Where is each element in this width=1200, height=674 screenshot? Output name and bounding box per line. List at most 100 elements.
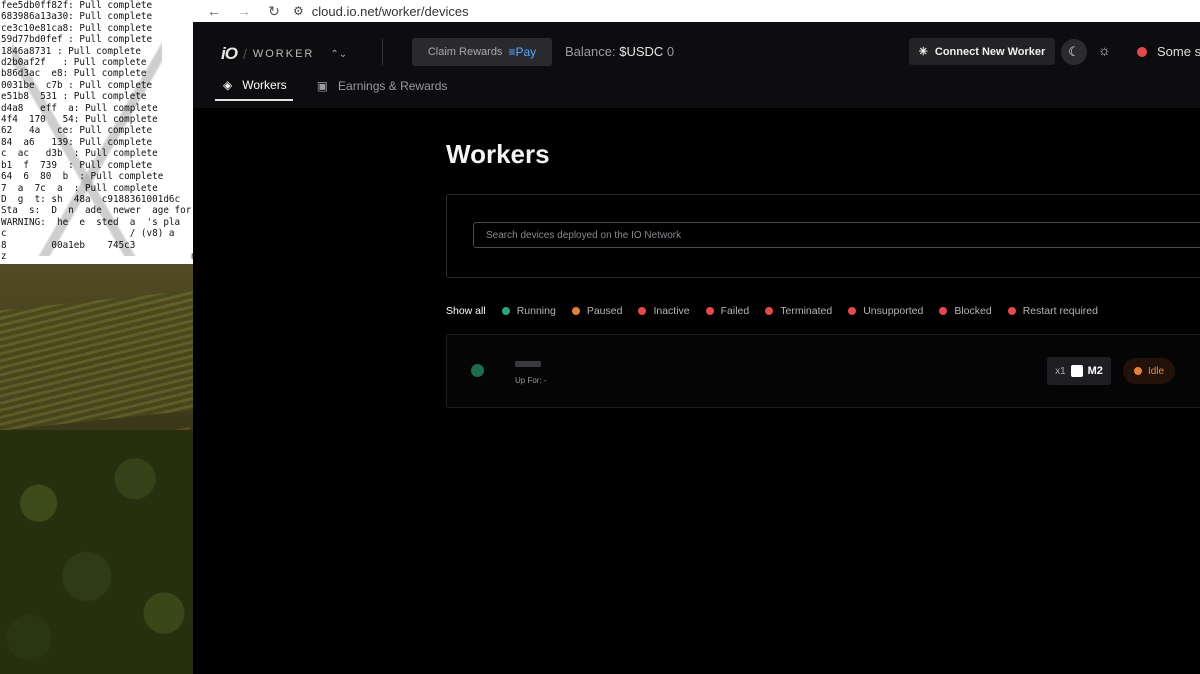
sun-icon[interactable]: ☼ <box>1098 42 1111 58</box>
filter-blocked[interactable]: Blocked <box>939 305 992 317</box>
device-name-redacted <box>515 361 541 367</box>
filter-label: Terminated <box>780 305 833 317</box>
terminal-line: 8 00a1eb 745c3 <box>1 239 136 251</box>
status-dot-icon <box>638 307 647 315</box>
tab-workers[interactable]: ◈ Workers <box>215 78 293 101</box>
filter-inactive[interactable]: Inactive <box>638 305 690 317</box>
claim-rewards-button[interactable]: Claim Rewards ≡Pay <box>412 38 552 66</box>
status-dot-icon <box>848 307 857 315</box>
terminal-line: 1846a8731 : Pull complete <box>1 45 141 57</box>
terminal-line: 683986a13a30: Pull complete <box>1 11 153 23</box>
filter-terminated[interactable]: Terminated <box>765 305 832 317</box>
brand-switcher[interactable]: iO / WORKER ⌃⌄ <box>221 44 347 64</box>
app-header: iO / WORKER ⌃⌄ Claim Rewards ≡Pay Balanc… <box>193 22 1200 109</box>
status-dot <box>1133 367 1142 375</box>
wallet-icon: ▣ <box>316 79 329 93</box>
device-row[interactable]: Up For: - x1 M2 Idle <box>446 334 1200 408</box>
main-content: Workers Show all Running Paused Inactive Fai… <box>193 108 1200 674</box>
terminal-line: 62 4a ce: Pull complete <box>1 125 153 137</box>
hardware-badge: x1 M2 <box>1047 357 1111 385</box>
pay-logo-icon: ≡Pay <box>508 45 537 59</box>
terminal-window[interactable]: fee5db0ff82f: Pull complete 683986a13a30:… <box>0 0 193 264</box>
filter-label: Restart required <box>1022 305 1098 317</box>
search-input[interactable] <box>473 222 1200 248</box>
tab-label: Earnings & Rewards <box>338 79 448 93</box>
device-status-indicator <box>471 364 484 377</box>
device-uptime: Up For: - <box>515 376 547 385</box>
back-icon[interactable]: ← <box>205 3 223 19</box>
terminal-line: WARNING: he e sted a 's pla <box>1 216 181 228</box>
alert-icon <box>1137 47 1147 57</box>
terminal-line: z min <box>1 250 193 262</box>
filter-label: Running <box>516 305 556 317</box>
filter-failed[interactable]: Failed <box>705 305 750 317</box>
balance-display: Balance: $USDC 0 <box>565 44 674 59</box>
filter-label: Failed <box>720 305 750 317</box>
balance-label: Balance: <box>565 44 616 59</box>
filter-label: Unsupported <box>863 305 924 317</box>
terminal-line: 64 6 80 b : Pull complete <box>1 171 164 183</box>
status-dot-icon <box>501 307 510 315</box>
terminal-line: e51b8 531 : Pull complete <box>1 91 147 103</box>
terminal-line: Sta s: D n ade newer age for <box>1 205 192 217</box>
header-divider <box>382 39 383 65</box>
hardware-count: x1 <box>1055 365 1066 377</box>
terminal-line: d2b0af2f : Pull complete <box>1 57 147 69</box>
balance-value: 0 <box>666 44 675 59</box>
wallpaper-forest <box>0 430 193 674</box>
brand-separator: / <box>242 46 247 62</box>
terminal-line: b86d3ac e8: Pull complete <box>1 68 147 80</box>
search-panel <box>446 194 1200 278</box>
filter-label: Blocked <box>954 305 992 317</box>
terminal-line: 7 a 7c a : Pull complete <box>1 182 158 194</box>
filter-label: Show all <box>446 305 486 317</box>
nav-tabs: ◈ Workers ▣ Earnings & Rewards <box>215 78 469 101</box>
balance-currency: $USDC <box>619 44 664 59</box>
terminal-line: 4f4 170 54: Pull complete <box>1 114 158 126</box>
reload-icon[interactable]: ↻ <box>265 3 283 20</box>
status-filters: Show all Running Paused Inactive Failed Termi… <box>446 305 1114 317</box>
address-bar[interactable]: cloud.io.net/worker/devices <box>312 4 469 19</box>
terminal-line: c / (v8) a <box>1 228 175 240</box>
terminal-line: 59d77bd0fef : Pull complete <box>1 34 153 46</box>
filter-running[interactable]: Running <box>501 305 556 317</box>
status-dot-icon <box>1007 307 1016 315</box>
terminal-line: fee5db0ff82f: Pull complete <box>1 0 153 11</box>
filter-label: Inactive <box>653 305 690 317</box>
status-dot-icon <box>939 307 948 315</box>
filter-show-all[interactable]: Show all <box>446 305 486 317</box>
forward-icon[interactable]: → <box>235 3 253 19</box>
connect-new-worker-button[interactable]: ✳ Connect New Worker <box>909 38 1055 65</box>
system-status[interactable]: Some se <box>1137 44 1200 59</box>
page-title: Workers <box>446 139 550 169</box>
filter-restart-required[interactable]: Restart required <box>1007 305 1098 317</box>
tab-label: Workers <box>242 78 287 92</box>
chip-icon: ✳ <box>918 46 928 58</box>
terminal-line: ce3c10e81ca8: Pull complete <box>1 22 153 34</box>
status-dot-icon <box>705 307 714 315</box>
tab-earnings-rewards[interactable]: ▣ Earnings & Rewards <box>309 78 454 101</box>
status-text: Some se <box>1157 44 1200 59</box>
terminal-output: fee5db0ff82f: Pull complete 683986a13a30:… <box>0 0 193 262</box>
filter-unsupported[interactable]: Unsupported <box>848 305 923 317</box>
status-dot-icon <box>765 307 774 315</box>
moon-icon[interactable]: ☾ <box>1061 39 1087 65</box>
product-name: WORKER <box>252 48 315 60</box>
hardware-model: M2 <box>1087 365 1103 377</box>
site-settings-icon[interactable]: ⚙ <box>293 4 304 18</box>
desktop-background: fee5db0ff82f: Pull complete 683986a13a30:… <box>0 0 193 674</box>
io-logo-icon: iO <box>221 44 238 63</box>
browser-window: ← → ↻ ⚙ cloud.io.net/worker/devices iO /… <box>193 0 1200 674</box>
terminal-line: d4a8 eff a: Pull complete <box>1 102 158 114</box>
status-dot-icon <box>571 307 580 315</box>
terminal-line: D g t: sh 48a c9188361001d6c <box>1 193 181 205</box>
filter-paused[interactable]: Paused <box>571 305 622 317</box>
terminal-line: 0031be c7b : Pull complete <box>1 79 153 91</box>
terminal-line: 84 a6 139: Pull complete <box>1 136 153 148</box>
device-status-badge: Idle <box>1123 358 1175 384</box>
browser-toolbar: ← → ↻ ⚙ cloud.io.net/worker/devices <box>193 0 1200 23</box>
chevron-updown-icon[interactable]: ⌃⌄ <box>330 49 347 60</box>
cpu-icon: ◈ <box>223 78 233 92</box>
connect-label: Connect New Worker <box>934 45 1046 58</box>
terminal-line: b1 f 739 : Pull complete <box>1 159 153 171</box>
